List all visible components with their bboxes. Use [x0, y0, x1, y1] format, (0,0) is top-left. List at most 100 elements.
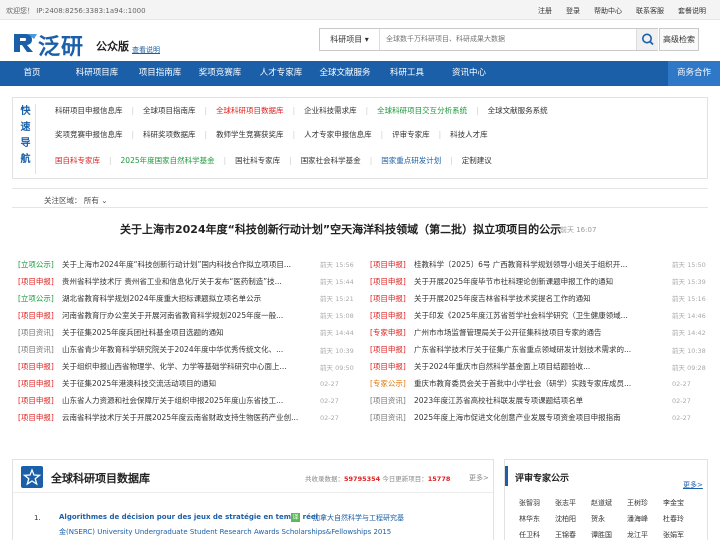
expert-name[interactable]: 龙江平: [627, 530, 663, 540]
register-link[interactable]: 注册: [538, 6, 552, 16]
news-title-link[interactable]: 关于开展2025年度吉林省科学技术奖提名工作的通知: [414, 293, 672, 304]
news-item[interactable]: [项目申报] 关于征集2025年港澳科技交流活动项目的通知 02-27: [18, 378, 360, 390]
advanced-search-button[interactable]: 高级检索: [659, 28, 699, 51]
headline-title[interactable]: 关于上海市2024年度“科技创新行动计划”空天海洋科技领域（第二批）拟立项项目的…: [120, 221, 561, 237]
contact-service-link[interactable]: 联系客服: [636, 6, 664, 16]
news-item[interactable]: [专家公示] 重庆市教育委员会关于首批中小学社会（研学）实践专家库成员... 02-…: [370, 378, 712, 390]
nav-project-library[interactable]: 科研项目库: [64, 61, 130, 86]
quick-link[interactable]: 2025年度国家自然科学基金: [121, 155, 215, 166]
expert-name[interactable]: 张智羽: [519, 498, 555, 508]
news-title-link[interactable]: 关于2024年重庆市自然科学基金面上项目结题验收...: [414, 361, 672, 372]
news-title-link[interactable]: 山东省青少年教育科学研究院关于2024年度中华优秀传统文化、...: [62, 344, 320, 355]
quick-link[interactable]: 全球科研项目交互分析系统: [377, 105, 467, 116]
news-title-link[interactable]: 关于组织申报山西省物理学、化学、力学等基础学科研究中心面上...: [62, 361, 320, 372]
expert-name[interactable]: 沈柏阳: [555, 514, 591, 524]
quick-link[interactable]: 人才专家申报信息库: [304, 129, 372, 140]
logo-icon[interactable]: [12, 30, 38, 54]
project-funder-detail[interactable]: 金(NSERC) University Undergraduate Studen…: [59, 527, 391, 537]
area-value[interactable]: 所有: [84, 196, 99, 205]
search-button[interactable]: [636, 29, 658, 50]
news-title-link[interactable]: 关于征集2025年港澳科技交流活动项目的通知: [62, 378, 320, 389]
quick-link[interactable]: 科技人才库: [450, 129, 488, 140]
login-link[interactable]: 登录: [566, 6, 580, 16]
quick-link[interactable]: 国家社会科学基金: [301, 155, 361, 166]
news-item[interactable]: [立项公示] 关于上海市2024年度“科技创新行动计划”国内科技合作拟立项项目..…: [18, 258, 360, 270]
translate-icon[interactable]: 译: [291, 513, 300, 522]
nav-home[interactable]: 首页: [0, 61, 64, 86]
news-item[interactable]: [项目申报] 关于印发《2025年度江苏省哲学社会科学研究（卫生健康领域... 前天…: [370, 309, 712, 321]
nav-news-center[interactable]: 资讯中心: [436, 61, 502, 86]
expert-name[interactable]: 杜春玲: [663, 514, 699, 524]
nav-guide-library[interactable]: 项目指南库: [130, 61, 190, 86]
news-title-link[interactable]: 广州市市场监督管理局关于公开征集科技项目专家的通告: [414, 327, 672, 338]
quick-link[interactable]: 国家重点研发计划: [381, 155, 441, 166]
quick-link[interactable]: 全球科研项目数据库: [216, 105, 284, 116]
quick-link[interactable]: 教师学生竞赛获奖库: [216, 129, 284, 140]
news-item[interactable]: [项目申报] 桂教科学〔2025〕6号 广西教育科学规划领导小组关于组织开... 前…: [370, 258, 712, 270]
news-item[interactable]: [项目资讯] 2025年度上海市促进文化创意产业发展专项资金项目申报指南 02-27: [370, 412, 712, 424]
logo-text[interactable]: 泛研: [38, 29, 84, 61]
expert-name[interactable]: 赵道斌: [591, 498, 627, 508]
quick-link[interactable]: 评审专家库: [392, 129, 430, 140]
plan-info-link[interactable]: 套餐说明: [678, 6, 706, 16]
quick-link[interactable]: 企业科技需求库: [304, 105, 357, 116]
news-title-link[interactable]: 重庆市教育委员会关于首批中小学社会（研学）实践专家库成员...: [414, 378, 672, 389]
quick-link[interactable]: 国自科专家库: [55, 155, 100, 166]
more-link[interactable]: 更多>: [683, 480, 703, 490]
project-title-link[interactable]: Algorithmes de décision pour des jeux de…: [59, 513, 318, 521]
quick-link[interactable]: 科研项目申报信息库: [55, 105, 123, 116]
quick-link[interactable]: 定制建议: [462, 155, 492, 166]
news-item[interactable]: [项目资讯] 2023年度江苏省高校社科联发展专项课题结项名单 02-27: [370, 395, 712, 407]
news-title-link[interactable]: 云南省科学技术厅关于开展2025年度云南省财政支持生物医药产业创...: [62, 412, 320, 423]
news-item[interactable]: [专家申报] 广州市市场监督管理局关于公开征集科技项目专家的通告 前天 14:42: [370, 326, 712, 338]
search-category-select[interactable]: 科研项目 ▾: [320, 29, 380, 50]
quick-link[interactable]: 全球文献服务系统: [488, 105, 548, 116]
expert-name[interactable]: 任卫科: [519, 530, 555, 540]
news-title-link[interactable]: 关于征集2025年度兵团社科基金项目选题的通知: [62, 327, 320, 338]
news-title-link[interactable]: 2025年度上海市促进文化创意产业发展专项资金项目申报指南: [414, 412, 672, 423]
news-title-link[interactable]: 河南省教育厅办公室关于开展河南省教育科学规划2025年度一般...: [62, 310, 320, 321]
help-center-link[interactable]: 帮助中心: [594, 6, 622, 16]
search-input[interactable]: [386, 29, 626, 50]
news-title-link[interactable]: 广东省科学技术厅关于征集广东省重点领域研发计划技术需求的...: [414, 344, 672, 355]
news-item[interactable]: [项目资讯] 山东省青少年教育科学研究院关于2024年度中华优秀传统文化、... 前…: [18, 344, 360, 356]
news-item[interactable]: [项目申报] 河南省教育厅办公室关于开展河南省教育科学规划2025年度一般... 前…: [18, 309, 360, 321]
news-title-link[interactable]: 2023年度江苏省高校社科联发展专项课题结项名单: [414, 395, 672, 406]
expert-name[interactable]: 张娟军: [663, 530, 699, 540]
news-title-link[interactable]: 关于上海市2024年度“科技创新行动计划”国内科技合作拟立项项目...: [62, 259, 320, 270]
expert-name[interactable]: 谭胜国: [591, 530, 627, 540]
news-item[interactable]: [立项公示] 湖北省教育科学规划2024年度重大招标课题拟立项名单公示 前天 15:…: [18, 292, 360, 304]
news-item[interactable]: [项目申报] 关于组织申报山西省物理学、化学、力学等基础学科研究中心面上... 前天…: [18, 361, 360, 373]
expert-name[interactable]: 张志平: [555, 498, 591, 508]
more-link[interactable]: 更多>: [469, 473, 489, 483]
news-item[interactable]: [项目资讯] 关于征集2025年度兵团社科基金项目选题的通知 前天 14:44: [18, 326, 360, 338]
news-item[interactable]: [项目申报] 关于开展2025年度吉林省科学技术奖提名工作的通知 前天 15:16: [370, 292, 712, 304]
expert-name[interactable]: 王树珍: [627, 498, 663, 508]
quick-link[interactable]: 科研奖项数据库: [143, 129, 196, 140]
news-item[interactable]: [项目申报] 贵州省科学技术厅 贵州省工业和信息化厅关于发布“医药制造”技... 前…: [18, 275, 360, 287]
nav-literature-service[interactable]: 全球文献服务: [312, 61, 378, 86]
news-item[interactable]: [项目申报] 云南省科学技术厅关于开展2025年度云南省财政支持生物医药产业创..…: [18, 412, 360, 424]
nav-expert-library[interactable]: 人才专家库: [250, 61, 312, 86]
nav-award-library[interactable]: 奖项竞赛库: [190, 61, 250, 86]
expert-name[interactable]: 贺永: [591, 514, 627, 524]
nav-research-tools[interactable]: 科研工具: [378, 61, 436, 86]
news-title-link[interactable]: 山东省人力资源和社会保障厅关于组织申报2025年度山东省技工...: [62, 395, 320, 406]
news-item[interactable]: [项目申报] 广东省科学技术厅关于征集广东省重点领域研发计划技术需求的... 前天 …: [370, 344, 712, 356]
view-description-link[interactable]: 查看说明: [132, 45, 160, 55]
news-item[interactable]: [项目申报] 关于开展2025年度毕节市社科理论创新课题申报工作的通知 前天 15:…: [370, 275, 712, 287]
project-funder[interactable]: 加拿大自然科学与工程研究基: [313, 513, 404, 523]
area-filter[interactable]: 关注区域： 所有 ⌄: [44, 195, 108, 206]
expert-name[interactable]: 李金宝: [663, 498, 699, 508]
news-item[interactable]: [项目申报] 山东省人力资源和社会保障厅关于组织申报2025年度山东省技工... 0…: [18, 395, 360, 407]
nav-business-cooperation[interactable]: 商务合作: [668, 61, 720, 86]
expert-name[interactable]: 王锦春: [555, 530, 591, 540]
news-title-link[interactable]: 桂教科学〔2025〕6号 广西教育科学规划领导小组关于组织开...: [414, 259, 672, 270]
news-title-link[interactable]: 关于印发《2025年度江苏省哲学社会科学研究（卫生健康领域...: [414, 310, 672, 321]
news-title-link[interactable]: 关于开展2025年度毕节市社科理论创新课题申报工作的通知: [414, 276, 672, 287]
expert-name[interactable]: 潘海峰: [627, 514, 663, 524]
news-title-link[interactable]: 湖北省教育科学规划2024年度重大招标课题拟立项名单公示: [62, 293, 320, 304]
quick-link[interactable]: 全球项目指南库: [143, 105, 196, 116]
expert-name[interactable]: 林华东: [519, 514, 555, 524]
quick-link[interactable]: 奖项竞赛申报信息库: [55, 129, 123, 140]
